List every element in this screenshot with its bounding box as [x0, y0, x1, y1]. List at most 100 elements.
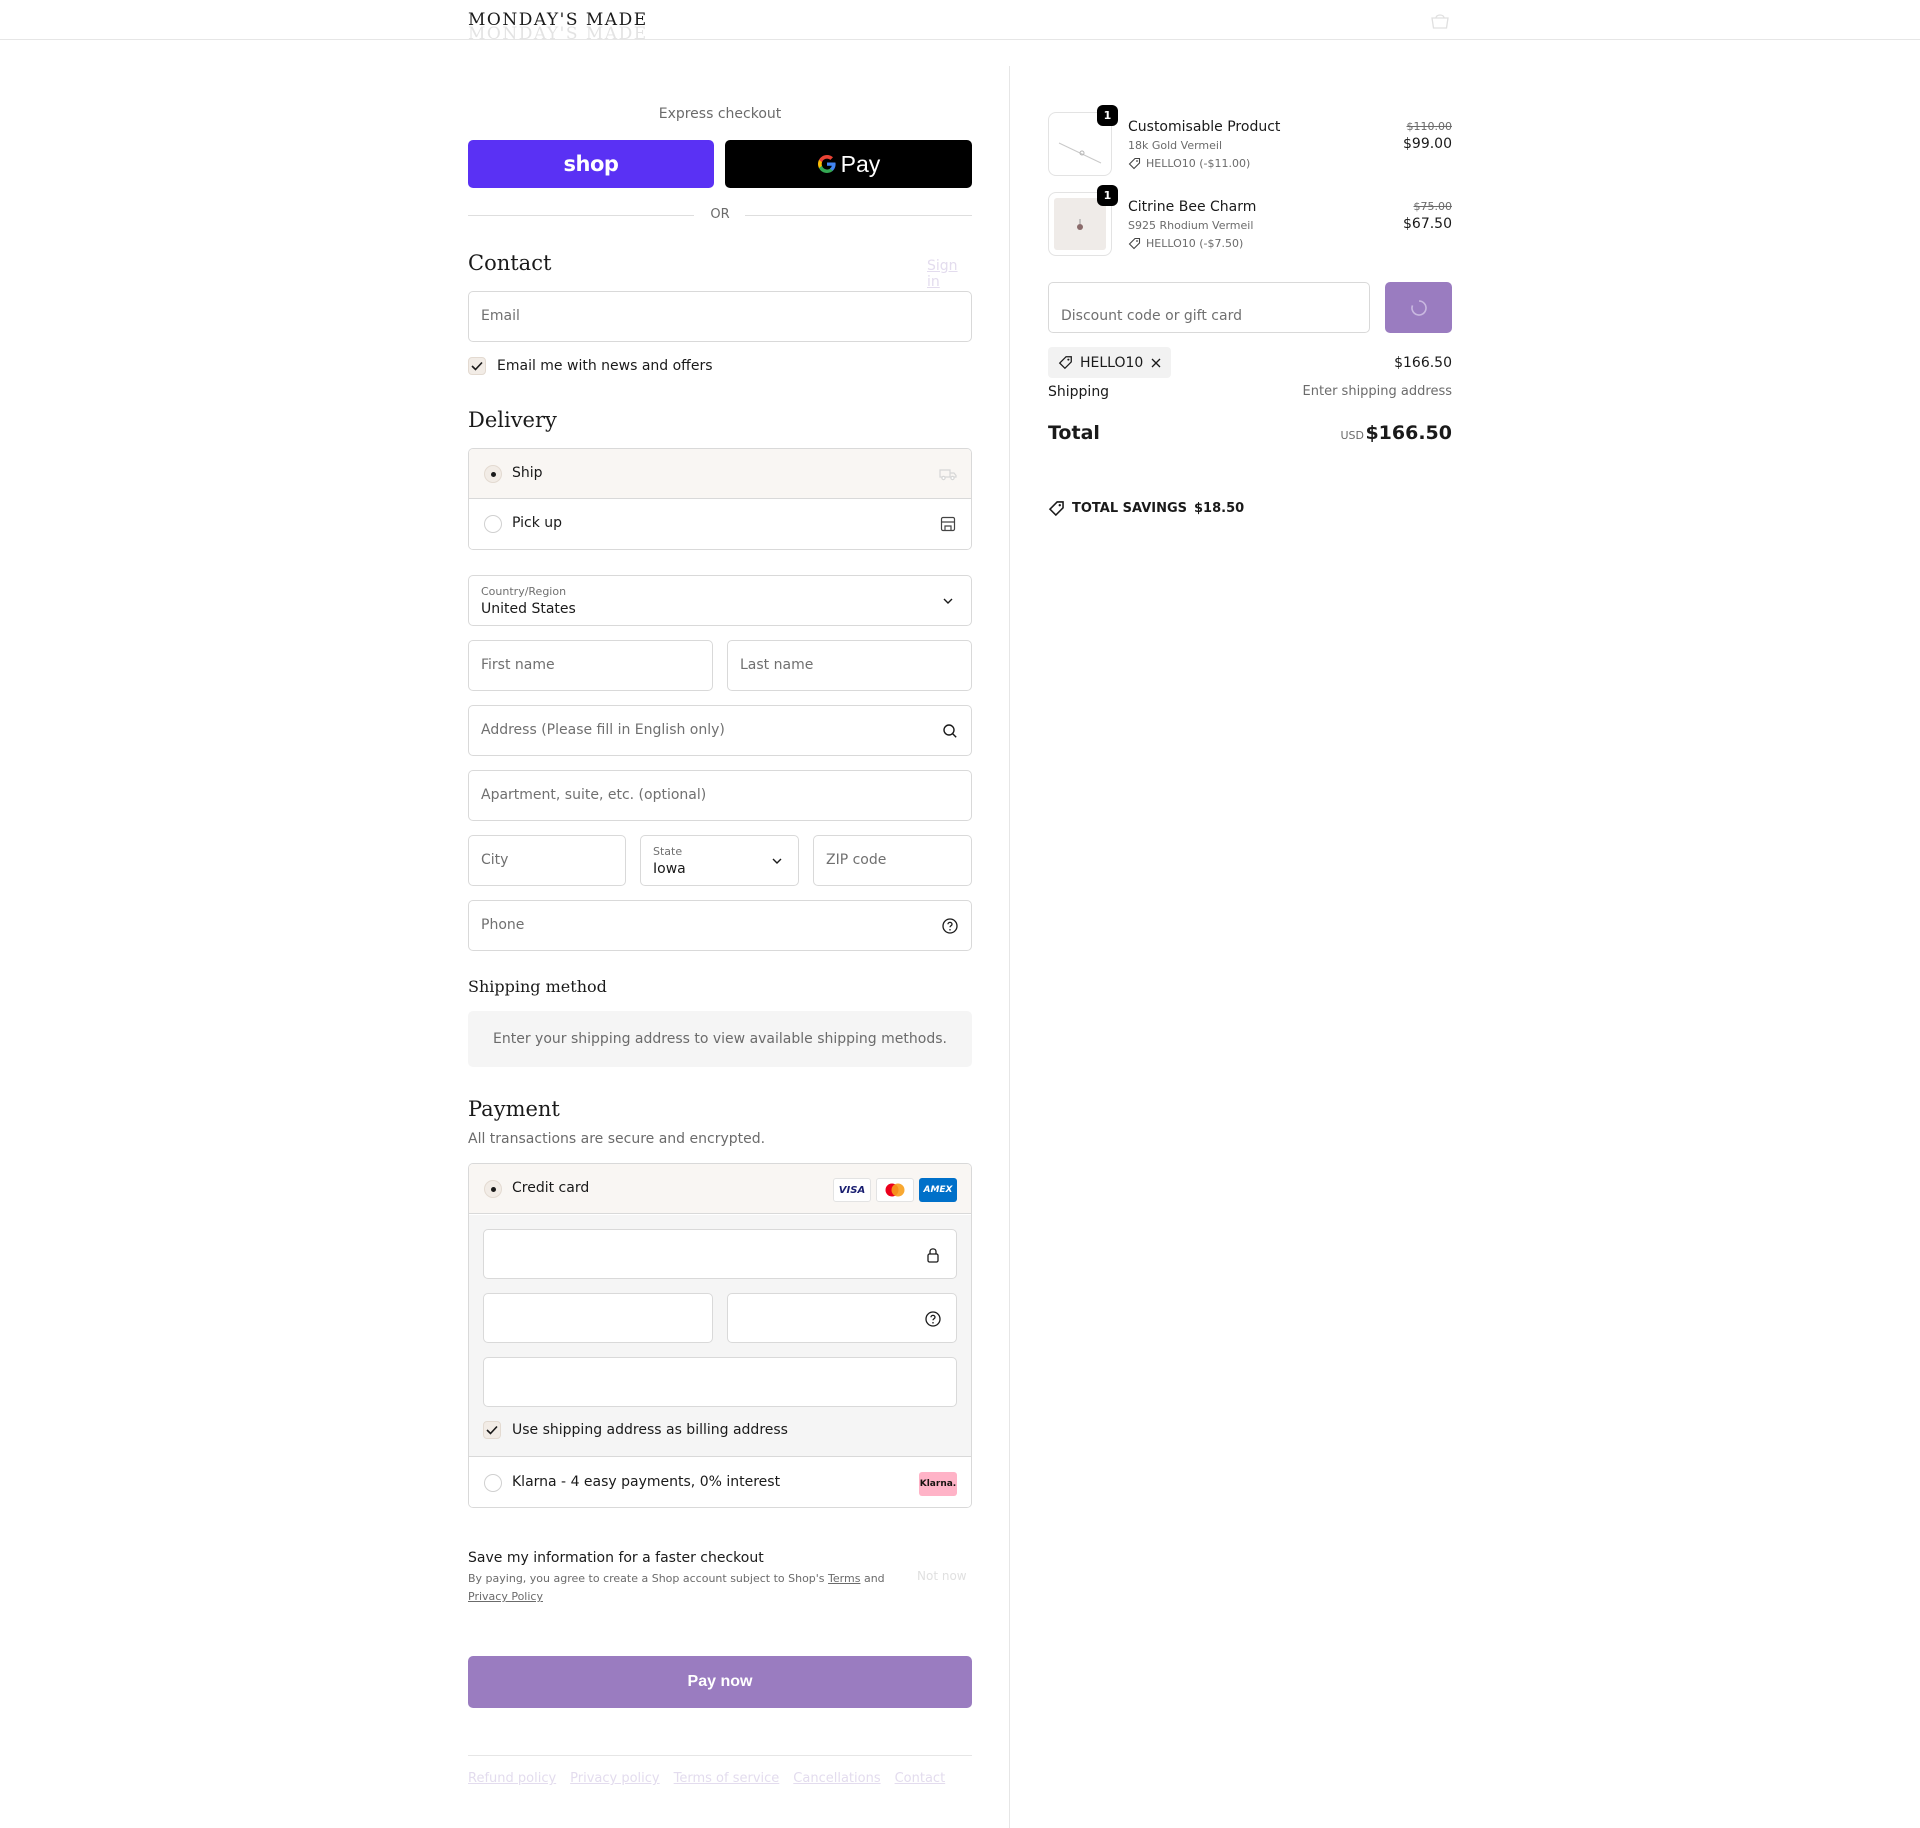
payment-subtitle: All transactions are secure and encrypte…: [468, 1131, 766, 1147]
name-on-card-field[interactable]: [483, 1357, 957, 1407]
delivery-heading: Delivery: [468, 408, 557, 432]
security-code-field[interactable]: [727, 1293, 957, 1343]
privacy-policy-footer-link[interactable]: Privacy policy: [570, 1771, 659, 1786]
country-select[interactable]: Country/Region United States: [468, 575, 972, 626]
last-name-field[interactable]: Last name: [727, 640, 972, 691]
apartment-field[interactable]: Apartment, suite, etc. (optional): [468, 770, 972, 821]
tag-icon: [1128, 157, 1141, 170]
apply-discount-button[interactable]: [1385, 282, 1452, 333]
phone-placeholder: Phone: [481, 917, 525, 933]
email-field[interactable]: Email: [468, 291, 972, 342]
ship-radio[interactable]: [484, 465, 502, 483]
cancellations-link[interactable]: Cancellations: [793, 1771, 880, 1786]
privacy-policy-link[interactable]: Privacy Policy: [468, 1590, 543, 1603]
klarna-radio[interactable]: [484, 1474, 502, 1492]
close-icon[interactable]: [1150, 357, 1162, 369]
shipping-method-notice: Enter your shipping address to view avai…: [468, 1011, 972, 1067]
terms-link[interactable]: Terms: [828, 1572, 860, 1585]
save-info-title: Save my information for a faster checkou…: [468, 1550, 764, 1566]
product-discount-text: HELLO10 (-$7.50): [1146, 237, 1244, 250]
state-value: Iowa: [653, 861, 686, 877]
total-savings-label: TOTAL SAVINGS: [1072, 501, 1188, 516]
contact-link[interactable]: Contact: [895, 1771, 946, 1786]
help-circle-icon[interactable]: [941, 917, 959, 935]
google-pay-label: Pay: [840, 150, 881, 177]
first-name-field[interactable]: First name: [468, 640, 713, 691]
google-pay-button[interactable]: Pay: [725, 140, 972, 188]
credit-card-radio[interactable]: [484, 1180, 502, 1198]
line-item: 1 Citrine Bee Charm S925 Rhodium Vermeil…: [1048, 185, 1453, 258]
store-icon: [940, 516, 956, 532]
pay-now-button[interactable]: Pay now: [468, 1656, 972, 1708]
zip-field[interactable]: ZIP code: [813, 835, 972, 886]
expiration-date-field[interactable]: [483, 1293, 713, 1343]
product-discount: HELLO10 (-$11.00): [1128, 157, 1250, 170]
address-field[interactable]: Address (Please fill in English only): [468, 705, 972, 756]
original-price: $110.00: [1406, 120, 1453, 133]
shop-pay-button[interactable]: shop: [468, 140, 714, 188]
payment-heading: Payment: [468, 1097, 560, 1121]
footer-links: Refund policy Privacy policy Terms of serv…: [468, 1771, 959, 1786]
discounted-price: $99.00: [1403, 136, 1452, 152]
newsletter-label: Email me with news and offers: [497, 358, 713, 374]
save-info-and: and: [863, 1572, 885, 1585]
total-label: Total: [1048, 422, 1100, 444]
loading-spinner-icon: [1410, 299, 1427, 316]
product-thumbnail: 1: [1048, 185, 1118, 256]
payment-method-group: Credit card VISA AMEX Use shipping addre…: [468, 1163, 972, 1508]
save-info-terms-text: By paying, you agree to create a Shop ac…: [468, 1572, 825, 1585]
card-number-field[interactable]: [483, 1229, 957, 1279]
city-field[interactable]: City: [468, 835, 626, 886]
column-divider: [1009, 66, 1010, 1828]
city-placeholder: City: [481, 852, 509, 868]
payment-option-klarna[interactable]: Klarna - 4 easy payments, 0% interest Kl…: [469, 1458, 971, 1507]
delivery-option-ship[interactable]: Ship: [469, 449, 971, 499]
phone-field[interactable]: Phone: [468, 900, 972, 951]
billing-same-checkbox[interactable]: [483, 1421, 501, 1439]
credit-card-label: Credit card: [512, 1180, 590, 1196]
billing-same-label: Use shipping address as billing address: [512, 1422, 788, 1438]
shopping-bag-icon[interactable]: [1429, 12, 1451, 30]
chevron-down-icon: [772, 858, 782, 864]
search-icon: [943, 724, 957, 738]
quantity-badge: 1: [1097, 185, 1118, 206]
save-info-text: By paying, you agree to create a Shop ac…: [468, 1570, 898, 1606]
newsletter-checkbox[interactable]: [468, 357, 486, 375]
contact-heading: Contact: [468, 251, 552, 275]
total-value: $166.50: [1365, 422, 1452, 444]
product-name: Citrine Bee Charm: [1128, 199, 1257, 215]
quantity-badge: 1: [1097, 105, 1118, 126]
state-select[interactable]: State Iowa: [640, 835, 799, 886]
product-variant: 18k Gold Vermeil: [1128, 139, 1223, 152]
discounted-price: $67.50: [1403, 216, 1452, 232]
terms-of-service-link[interactable]: Terms of service: [674, 1771, 780, 1786]
address-placeholder: Address (Please fill in English only): [481, 722, 725, 738]
applied-discount-chip: HELLO10: [1048, 347, 1171, 378]
ship-label: Ship: [512, 465, 543, 481]
discount-code-field[interactable]: Discount code or gift card: [1048, 282, 1370, 333]
checkmark-icon: [471, 361, 483, 371]
not-now-button[interactable]: Not now: [917, 1569, 967, 1583]
pickup-radio[interactable]: [484, 515, 502, 533]
total-currency: USD: [1340, 429, 1364, 442]
lock-icon: [927, 1248, 939, 1263]
payment-option-credit-card[interactable]: Credit card VISA AMEX: [469, 1164, 971, 1214]
google-g-icon: [817, 155, 836, 173]
delivery-option-pickup[interactable]: Pick up: [469, 499, 971, 549]
sign-in-link[interactable]: Sign in: [927, 258, 972, 290]
klarna-badge: Klarna.: [919, 1472, 957, 1496]
credit-card-form: Use shipping address as billing address: [469, 1215, 971, 1457]
product-discount: HELLO10 (-$7.50): [1128, 237, 1243, 250]
or-label: OR: [710, 207, 730, 222]
refund-policy-link[interactable]: Refund policy: [468, 1771, 556, 1786]
applied-discount-code: HELLO10: [1080, 354, 1144, 371]
tag-icon: [1128, 237, 1141, 250]
shop-pay-label: shop: [563, 152, 619, 176]
header: MONDAY'S MADE MONDAY'S MADE: [0, 0, 1920, 41]
first-name-placeholder: First name: [481, 657, 555, 673]
or-divider: OR: [468, 206, 972, 224]
original-price: $75.00: [1413, 200, 1453, 213]
last-name-placeholder: Last name: [740, 657, 814, 673]
checkmark-icon: [486, 1425, 498, 1435]
help-circle-icon[interactable]: [924, 1310, 942, 1328]
